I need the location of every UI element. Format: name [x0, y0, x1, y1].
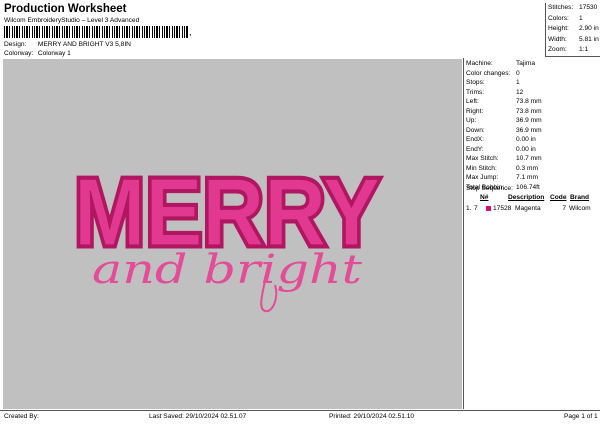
thread-color-swatch: [486, 205, 491, 211]
and-bright-script-text: and bright: [92, 247, 363, 293]
footer-page: Page 1 of 1: [564, 413, 598, 420]
param-row: EndY: 0.00 in: [466, 145, 536, 153]
param-row: Max Stitch: 10.7 mm: [466, 155, 542, 162]
row-brand: Wilcom: [569, 204, 591, 212]
stop-sequence-title: Stop Sequence:: [466, 185, 513, 192]
param-row: Right: 73.8 mm: [466, 107, 542, 115]
footer-created-by: Created By:: [4, 413, 39, 420]
param-row: Machine: Tajima: [466, 60, 536, 67]
colorway-info-row: Colorway: Colorway 1: [4, 50, 71, 57]
design-info-row: Design: MERRY AND BRIGHT V3 5,8IN: [4, 41, 131, 48]
row-description: Magenta: [515, 204, 541, 212]
stitch-stats-box: Stitches: 17530 Colors: 1 Height: 2.90 in W…: [545, 3, 600, 57]
stats-row-colors: Colors: 1: [548, 14, 583, 22]
barcode: [4, 26, 188, 38]
stats-row-stitches: Stitches: 17530: [548, 4, 598, 11]
software-subtitle: Wilcom EmbroideryStudio – Level 3 Advanc…: [4, 17, 140, 24]
footer-printed: Printed: 29/10/2024 02.51.10: [329, 413, 415, 420]
design-preview-svg: MERRY MERRY and bright: [71, 156, 384, 313]
design-preview-canvas: MERRY MERRY and bright: [3, 59, 462, 409]
footer-last-saved: Last Saved: 29/10/2024 02.51.07: [149, 413, 247, 420]
param-row: Max Jump: 7.1 mm: [466, 174, 538, 181]
design-label: Design:: [4, 41, 27, 48]
stop-sequence-row: 1. 7 17528 Magenta 7 Wilcom: [466, 203, 598, 213]
footer-divider: [0, 410, 600, 411]
param-row: Down: 36.9 mm: [466, 126, 542, 134]
page-title: Production Worksheet: [4, 3, 127, 15]
colorway-label: Colorway:: [4, 50, 34, 57]
stats-row-height: Height: 2.90 in: [548, 25, 599, 32]
param-row: Stops: 1: [466, 79, 520, 86]
row-code: 7: [562, 204, 566, 212]
row-stop: 7: [474, 204, 478, 212]
row-index: 1.: [466, 204, 472, 212]
param-row: Trims: 12: [466, 88, 524, 96]
barcode-tail: ,: [189, 27, 192, 37]
stats-row-width: Width: 5.81 in: [548, 35, 599, 43]
row-stitch-number: 17528: [493, 204, 512, 212]
colorway-value: Colorway 1: [37, 50, 71, 57]
stats-row-zoom: Zoom: 1:1: [548, 46, 589, 53]
param-row: EndX: 0.00 in: [466, 136, 536, 143]
param-row: Up: 36.9 mm: [466, 117, 542, 124]
param-row: Min Stitch: 0.3 mm: [466, 164, 538, 172]
param-row: Color changes: 0: [466, 69, 520, 77]
param-row: Left: 73.8 mm: [466, 98, 542, 105]
design-value: MERRY AND BRIGHT V3 5,8IN: [37, 41, 131, 48]
